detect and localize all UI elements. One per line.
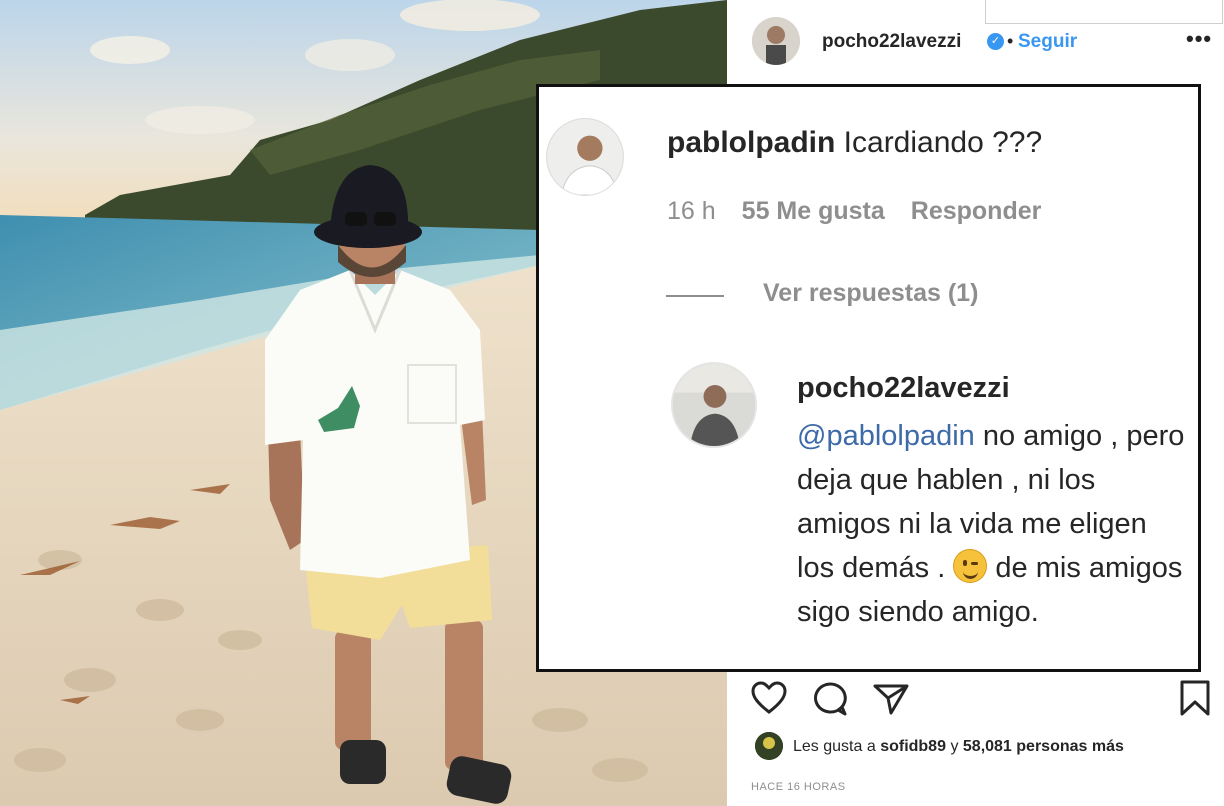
likes-conjunction: y: [950, 738, 959, 755]
reply-username[interactable]: pocho22lavezzi: [797, 372, 1010, 405]
liker-avatar: [755, 732, 783, 760]
first-comment-meta: 16 h 55 Me gusta Responder: [667, 197, 1067, 226]
verified-icon: ✓: [987, 33, 1004, 50]
reply-author-avatar[interactable]: [671, 362, 757, 448]
author-avatar-image: [752, 17, 800, 65]
mention-link[interactable]: @pablolpadin: [797, 420, 975, 452]
author-avatar[interactable]: [752, 17, 800, 65]
first-comment: pablolpadin Icardiando ???: [667, 126, 1042, 160]
replies-divider: [666, 295, 724, 297]
comment-text: Icardiando ???: [843, 126, 1043, 159]
more-options-button[interactable]: •••: [1186, 26, 1212, 52]
likes-summary: Les gusta a sofidb89 y 58,081 personas m…: [793, 738, 1124, 756]
reply-button[interactable]: Responder: [911, 197, 1042, 225]
reply-author-avatar-image: [673, 364, 755, 446]
post-author-name[interactable]: pocho22lavezzi: [822, 31, 961, 53]
comment-username[interactable]: pablolpadin: [667, 126, 835, 159]
view-replies-button[interactable]: Ver respuestas (1): [763, 279, 978, 308]
comment-likes[interactable]: 55 Me gusta: [742, 197, 885, 225]
likes-prefix: Les gusta a: [793, 738, 876, 755]
comment-icon[interactable]: [811, 680, 849, 718]
heart-icon[interactable]: [750, 680, 788, 716]
likes-user-link[interactable]: sofidb89: [880, 738, 946, 755]
comment-time: 16 h: [667, 197, 716, 225]
follow-button[interactable]: Seguir: [1018, 31, 1077, 53]
post-timestamp: HACE 16 HORAS: [751, 781, 846, 793]
reply-comment-text: @pablolpadin no amigo , pero deja que ha…: [797, 414, 1187, 634]
share-icon[interactable]: [872, 682, 910, 716]
commenter-avatar[interactable]: [546, 118, 624, 196]
header-separator: •: [1007, 31, 1014, 51]
window-corner-box: [985, 0, 1223, 24]
commenter-avatar-image: [547, 119, 623, 195]
wink-emoji-icon: [953, 549, 988, 583]
bookmark-icon[interactable]: [1178, 679, 1212, 717]
likes-count-link[interactable]: 58,081 personas más: [963, 738, 1124, 755]
